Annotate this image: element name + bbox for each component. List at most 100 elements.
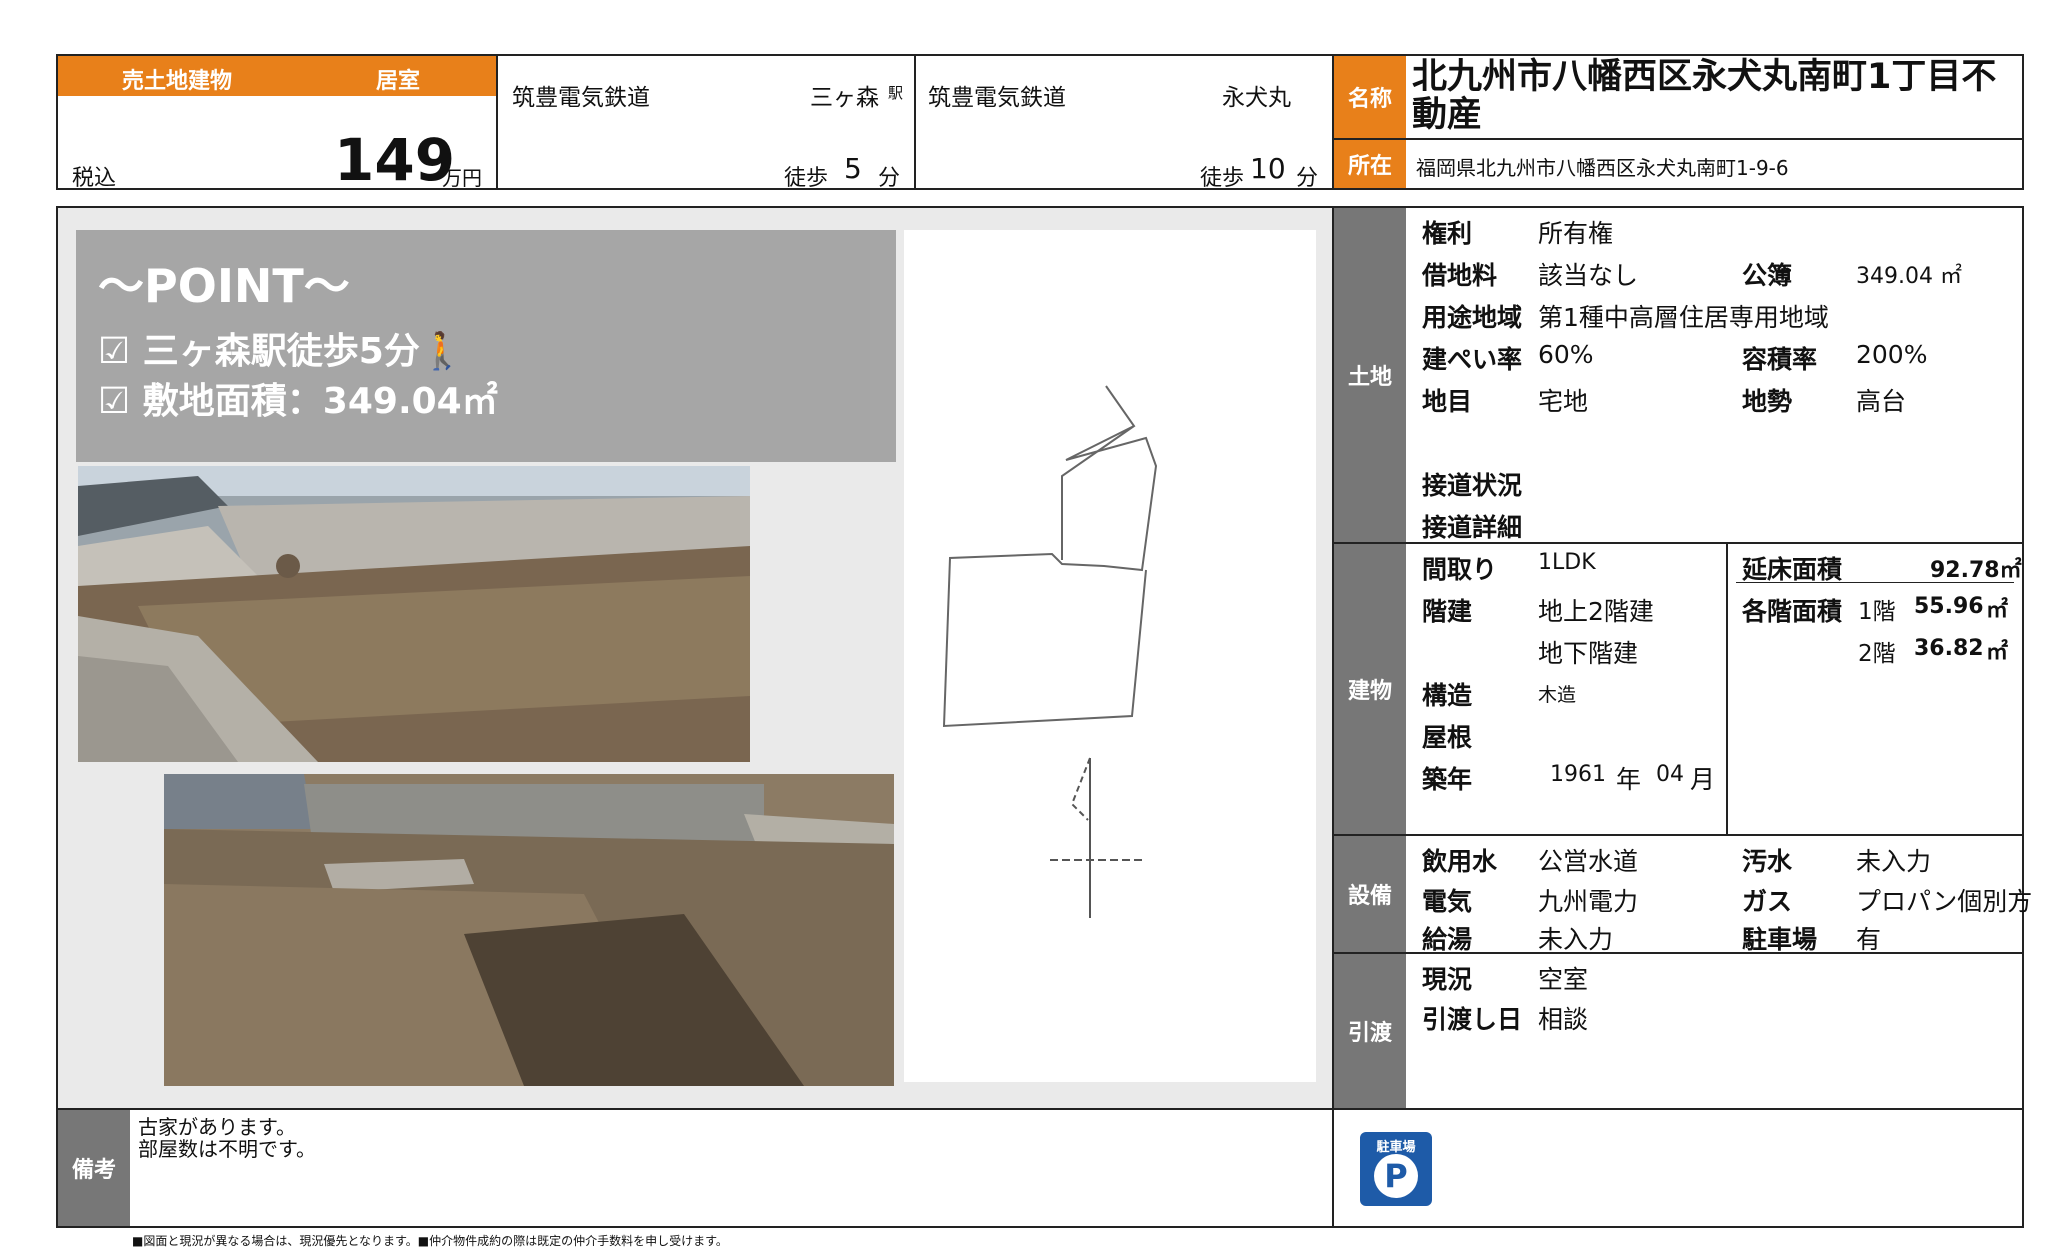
lot-photo-1 (78, 466, 750, 762)
land-registry-value: 349.04 ㎡ (1856, 264, 1962, 289)
station2-box: 筑豊電気鉄道 永犬丸 徒歩 10 分 (914, 54, 1334, 191)
station2-min-unit: 分 (1296, 166, 1319, 191)
building-f2-value: 36.82 (1914, 636, 1984, 661)
facility-electric-label: 電気 (1422, 887, 1473, 916)
station2-walk-min: 10 (1250, 152, 1286, 185)
land-terrain-value: 高台 (1856, 387, 1907, 416)
remarks-label: 備考 (58, 1110, 130, 1226)
building-floor-area-label: 各階面積 (1742, 597, 1843, 626)
building-floors-above: 地上2階建 (1538, 597, 1654, 626)
land-far-label: 容積率 (1742, 345, 1818, 374)
station1-box: 筑豊電気鉄道 三ヶ森 駅 徒歩 5 分 (496, 54, 916, 191)
remarks-line-1: 古家があります。 (138, 1115, 296, 1139)
building-month-unit: 月 (1690, 765, 1716, 794)
building-f2-unit: ㎡ (1986, 640, 2009, 665)
station2-name: 永犬丸 (1222, 85, 1291, 111)
building-layout-label: 間取り (1422, 555, 1498, 584)
land-leasefee-label: 借地料 (1422, 261, 1498, 290)
land-rights-label: 権利 (1422, 219, 1473, 248)
building-built-year: 1961 (1550, 762, 1606, 787)
station2-walk-label: 徒歩 (1200, 166, 1245, 191)
land-section-label: 土地 (1334, 208, 1406, 542)
site-plan (904, 230, 1316, 1082)
parking-badge: 駐車場 P (1360, 1132, 1432, 1206)
building-built-month: 04 (1656, 762, 1684, 787)
footer-note: ■図面と現況が異なる場合は、現況優先となります。■仲介物件成約の際は既定の仲介手… (132, 1234, 728, 1248)
land-landcat-value: 宅地 (1538, 387, 1589, 416)
building-f1-label: 1階 (1858, 599, 1896, 625)
station1-suffix: 駅 (888, 84, 904, 102)
station1-line: 筑豊電気鉄道 (512, 85, 650, 111)
facility-parking-value: 有 (1856, 925, 1882, 954)
facility-hotwater-label: 給湯 (1422, 925, 1473, 954)
building-built-label: 築年 (1422, 765, 1473, 794)
land-far-value: 200% (1856, 340, 1928, 369)
station1-min-unit: 分 (878, 166, 901, 191)
name-label: 名称 (1334, 56, 1406, 138)
facility-hotwater-value: 未入力 (1538, 925, 1614, 954)
land-registry-label: 公簿 (1742, 261, 1793, 290)
land-coverage-value: 60% (1538, 340, 1594, 369)
land-zoning-label: 用途地域 (1422, 303, 1523, 332)
land-road-detail-label: 接道詳細 (1422, 513, 1523, 542)
station1-walk-min: 5 (844, 152, 862, 185)
land-road-status-label: 接道状況 (1422, 471, 1523, 500)
station1-walk-label: 徒歩 (784, 166, 829, 191)
facility-water-value: 公営水道 (1538, 847, 1639, 876)
point-item-station: ☑ 三ヶ森駅徒歩5分🚶 (98, 331, 465, 372)
land-zoning-value: 第1種中高層住居専用地域 (1538, 303, 1829, 332)
delivery-date-value: 相談 (1538, 1005, 1589, 1034)
delivery-status-label: 現況 (1422, 965, 1473, 994)
facility-section-label: 設備 (1334, 836, 1406, 952)
building-structure-value: 木造 (1538, 684, 1577, 706)
facility-sewage-value: 未入力 (1856, 847, 1932, 876)
building-f2-label: 2階 (1858, 641, 1896, 667)
facility-sewage-label: 汚水 (1742, 847, 1793, 876)
tax-label: 税込 (72, 166, 117, 191)
station2-line: 筑豊電気鉄道 (928, 85, 1066, 111)
point-box: ～POINT～ ☑ 三ヶ森駅徒歩5分🚶 ☑ 敷地面積：349.04㎡ (76, 230, 896, 462)
land-leasefee-value: 該当なし (1538, 261, 1639, 290)
price-box: 売土地建物 居室 税込 149 万円 (56, 54, 498, 194)
category-bar: 売土地建物 居室 (58, 56, 496, 96)
delivery-status-value: 空室 (1538, 965, 1589, 994)
delivery-date-label: 引渡し日 (1422, 1005, 1523, 1034)
facility-water-label: 飲用水 (1422, 847, 1498, 876)
point-item-area: ☑ 敷地面積：349.04㎡ (98, 381, 498, 422)
site-plan-drawing (942, 385, 1158, 918)
facility-gas-label: ガス (1742, 887, 1793, 916)
facility-electric-value: 九州電力 (1538, 887, 1639, 916)
station1-name: 三ヶ森 (810, 85, 879, 111)
building-section-label: 建物 (1334, 544, 1406, 834)
building-floors-label: 階建 (1422, 597, 1473, 626)
land-rights-value: 所有権 (1538, 219, 1614, 248)
price-value: 149 (334, 126, 456, 194)
facility-gas-value: プロパン個別方 (1856, 887, 2033, 916)
delivery-section-label: 引渡 (1334, 954, 1406, 1108)
name-value: 北九州市八幡西区永犬丸南町1丁目不動産 (1412, 57, 1997, 135)
remarks-text: 古家があります。 部屋数は不明です。 (138, 1116, 316, 1160)
building-total-area-label: 延床面積 (1742, 555, 1843, 584)
building-f1-unit: ㎡ (1986, 598, 2009, 623)
land-landcat-label: 地目 (1422, 387, 1473, 416)
land-terrain-label: 地勢 (1742, 387, 1793, 416)
building-structure-label: 構造 (1422, 681, 1473, 710)
lot-photo-2 (164, 774, 894, 1086)
location-label: 所在 (1334, 140, 1406, 188)
building-year-unit: 年 (1616, 765, 1642, 794)
category-right: 居室 (376, 69, 421, 94)
building-floors-below: 地下階建 (1538, 639, 1639, 668)
parking-icon: P (1374, 1154, 1418, 1198)
point-title: ～POINT～ (98, 259, 350, 313)
name-box: 名称 北九州市八幡西区永犬丸南町1丁目不動産 所在 福岡県北九州市八幡西区永犬丸… (1332, 54, 2024, 190)
category-left: 売土地建物 (122, 69, 233, 94)
building-f1-value: 55.96 (1914, 594, 1984, 619)
photo-panel: ～POINT～ ☑ 三ヶ森駅徒歩5分🚶 ☑ 敷地面積：349.04㎡ (58, 208, 1332, 1108)
building-total-area-value: 92.78㎡ (1930, 558, 2022, 583)
facility-parking-label: 駐車場 (1742, 925, 1818, 954)
price-unit: 万円 (442, 166, 482, 190)
building-roof-label: 屋根 (1422, 723, 1473, 752)
remarks-line-2: 部屋数は不明です。 (138, 1137, 316, 1161)
building-layout-value: 1LDK (1538, 550, 1596, 575)
location-value: 福岡県北九州市八幡西区永犬丸南町1-9-6 (1416, 156, 1789, 180)
